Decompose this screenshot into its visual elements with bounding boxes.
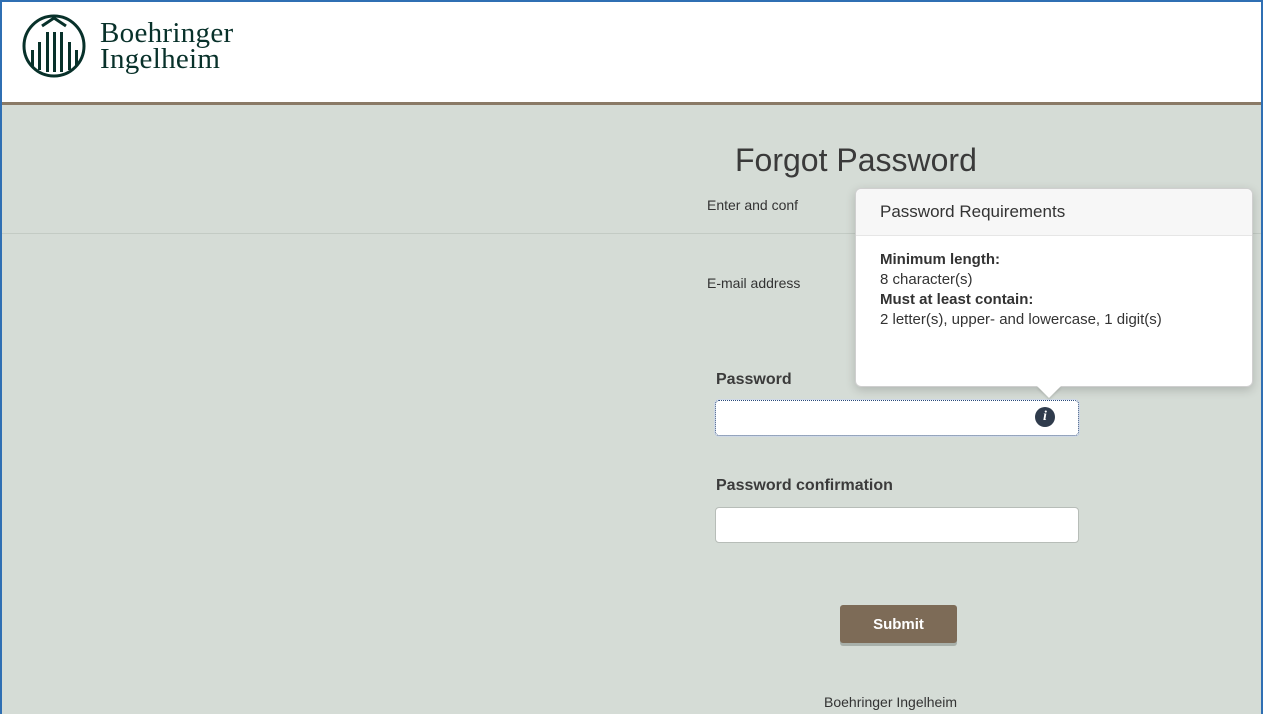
boehringer-logo-icon (22, 14, 86, 78)
password-requirements-popover: Password Requirements Minimum length: 8 … (855, 188, 1253, 398)
min-length-label: Minimum length: (880, 251, 1000, 268)
email-label: E-mail address (707, 275, 801, 291)
min-length-value: 8 character(s) (880, 271, 973, 288)
logo[interactable]: Boehringer Ingelheim (18, 14, 233, 78)
password-input[interactable] (715, 400, 1079, 436)
password-confirmation-input[interactable] (715, 507, 1079, 543)
contain-value: 2 letter(s), upper- and lowercase, 1 dig… (880, 311, 1162, 328)
info-icon[interactable]: i (1035, 407, 1055, 427)
contain-label: Must at least contain: (880, 291, 1034, 308)
popover-body: Minimum length: 8 character(s) Must at l… (856, 236, 1252, 330)
footer-text: Boehringer Ingelheim (824, 694, 958, 710)
popover-arrow (1037, 386, 1061, 398)
password-label: Password (716, 371, 792, 388)
page-subtitle: Enter and conf (707, 197, 799, 213)
brand-name: Boehringer Ingelheim (100, 19, 233, 75)
header: Boehringer Ingelheim (2, 2, 1261, 105)
page-frame: Boehringer Ingelheim Forgot Password Ent… (0, 0, 1263, 714)
password-confirmation-label: Password confirmation (716, 477, 893, 494)
popover-title: Password Requirements (856, 189, 1252, 236)
submit-button[interactable]: Submit (840, 605, 957, 643)
brand-line-2: Ingelheim (100, 43, 221, 75)
page-title: Forgot Password (735, 142, 977, 178)
